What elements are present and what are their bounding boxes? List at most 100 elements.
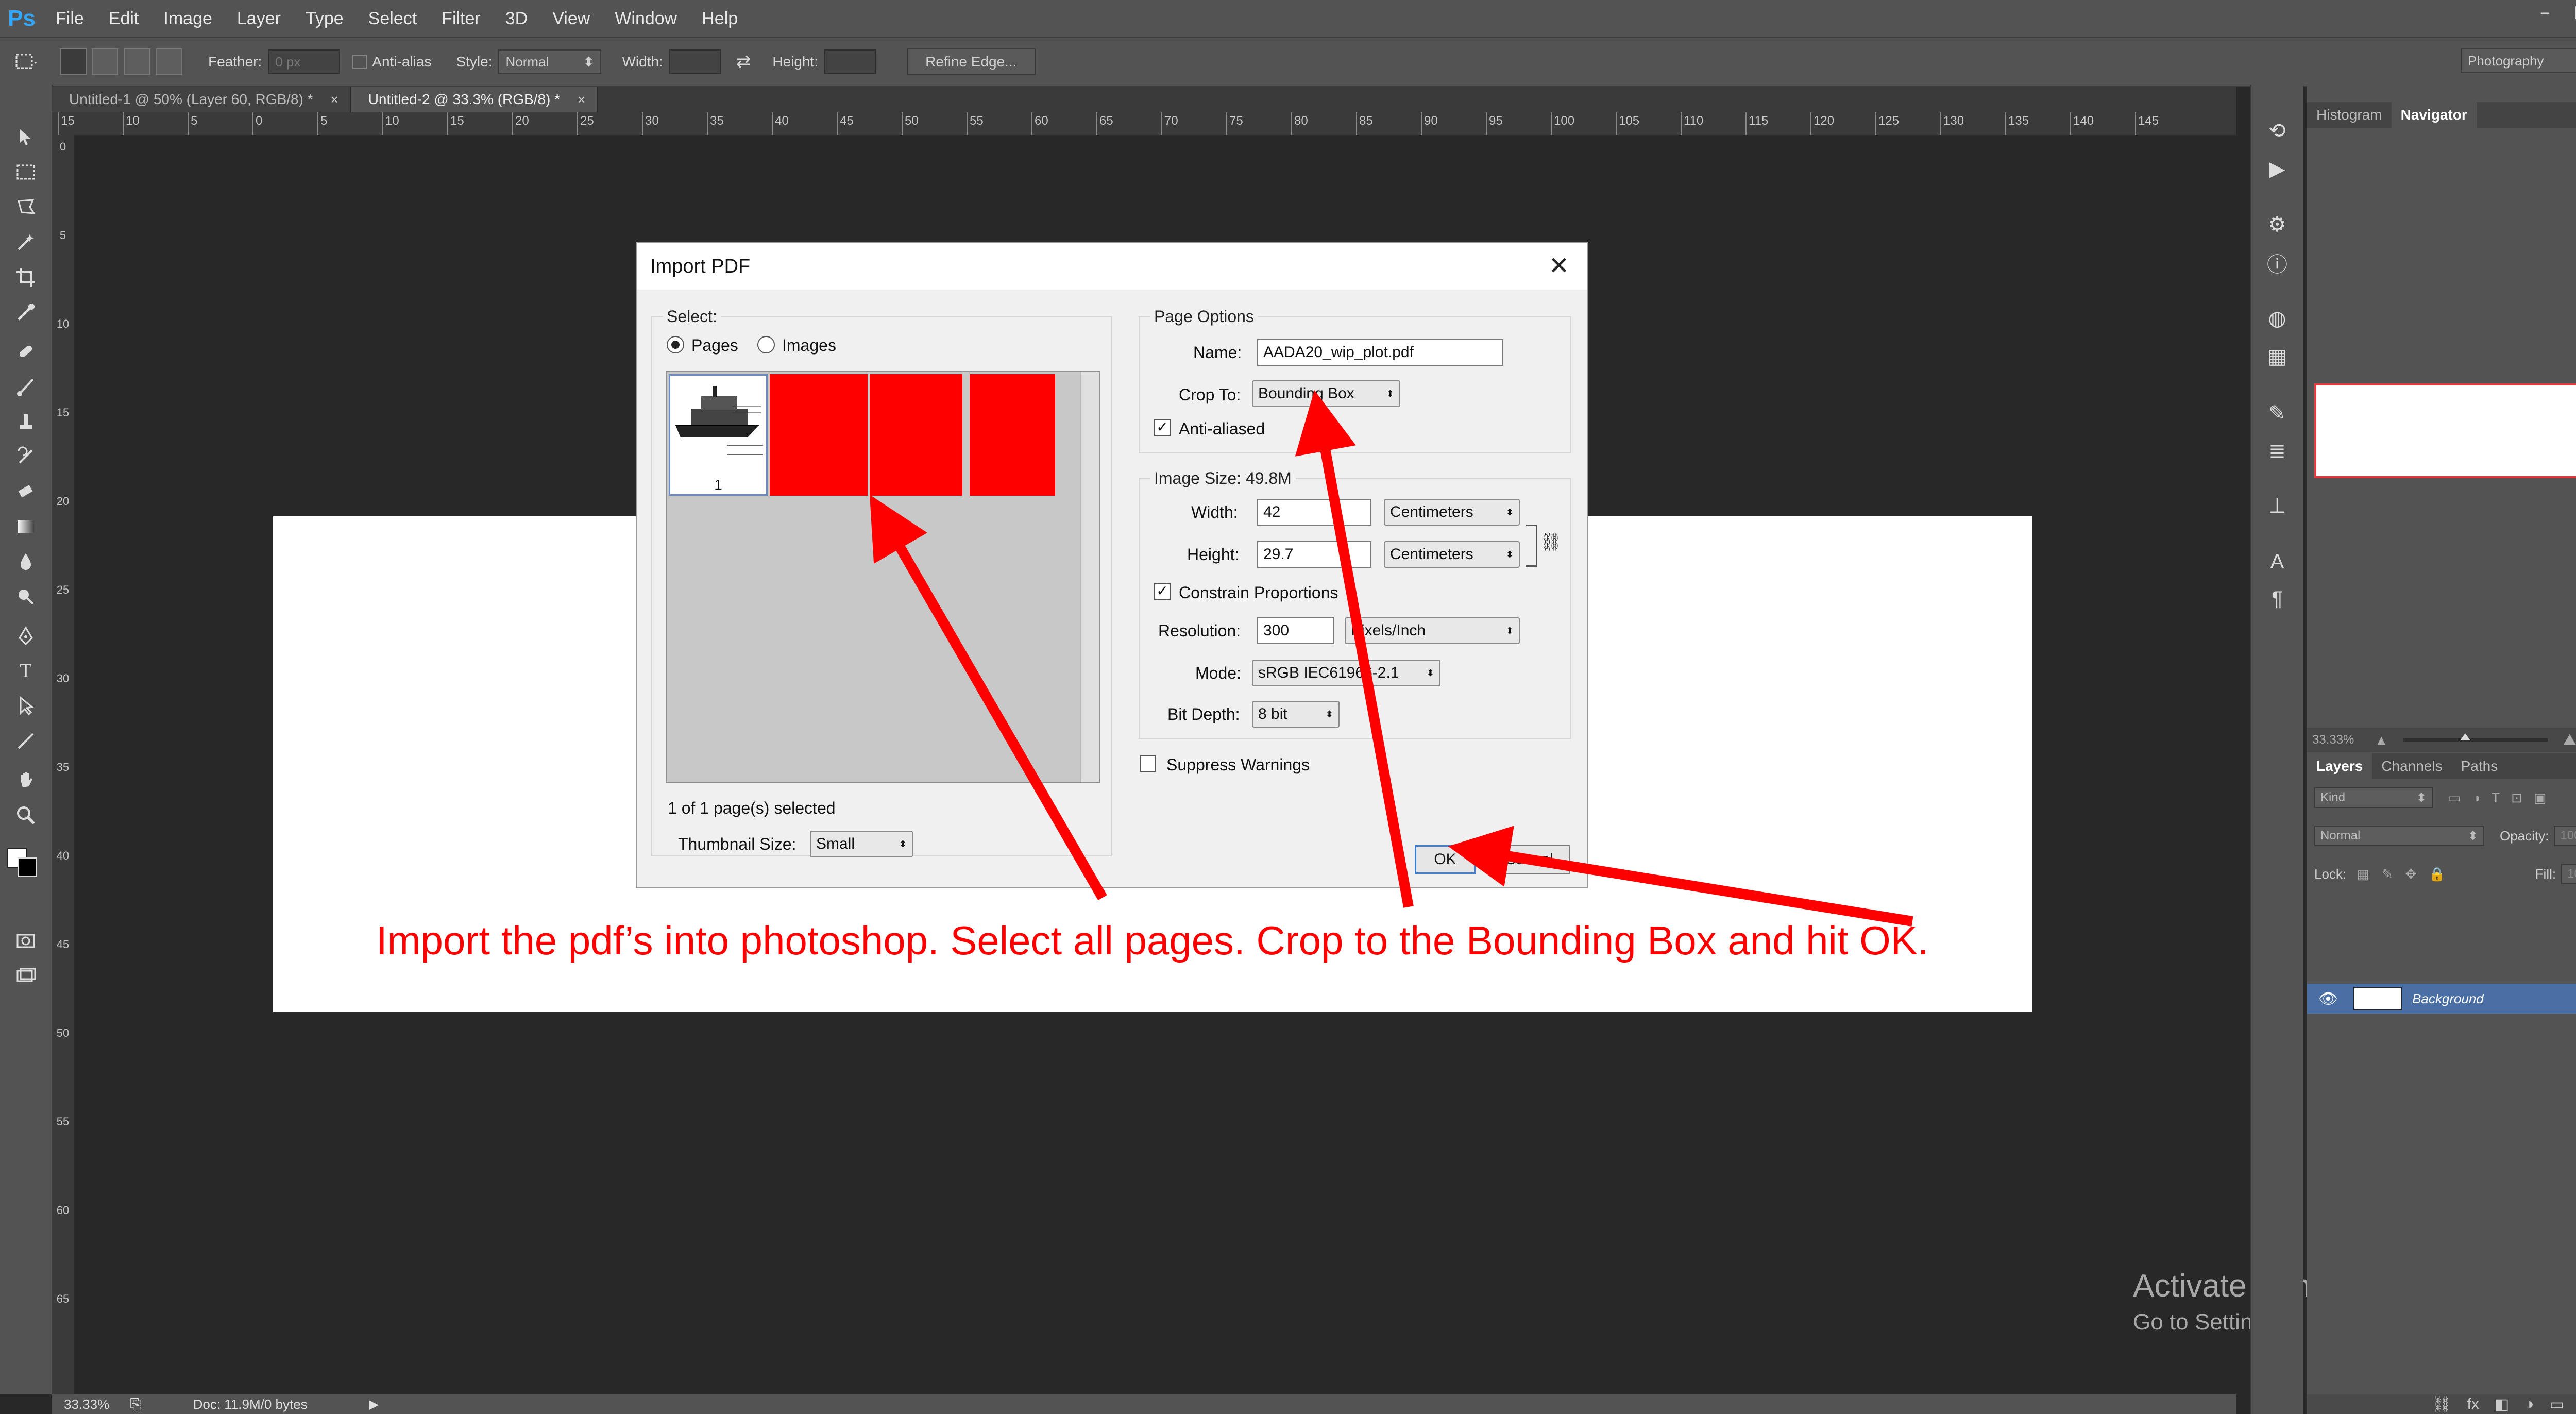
ok-button[interactable]: OK — [1415, 845, 1476, 874]
close-icon[interactable]: × — [578, 92, 585, 108]
status-menu-arrow-icon[interactable]: ▶ — [369, 1397, 379, 1412]
thumbnail-scrollbar[interactable] — [1080, 372, 1099, 782]
crop-to-select[interactable]: Bounding Box ⬍ — [1252, 380, 1400, 407]
width-unit-select[interactable]: Centimeters ⬍ — [1384, 499, 1520, 526]
quick-mask-icon[interactable] — [11, 927, 40, 955]
brushes-icon[interactable]: ✎ — [2263, 399, 2292, 428]
layer-row-background[interactable]: 👁 Background 🔒 — [2307, 984, 2576, 1014]
hand-tool-icon[interactable] — [11, 766, 40, 795]
zoom-slider[interactable] — [2403, 733, 2548, 742]
menu-image[interactable]: Image — [151, 0, 225, 37]
crop-tool-icon[interactable] — [11, 263, 40, 292]
width-input[interactable] — [669, 49, 721, 74]
brush-tool-icon[interactable] — [11, 372, 40, 401]
grid-icon[interactable]: ▦ — [2263, 342, 2292, 371]
restore-button[interactable]: ❐ — [2564, 0, 2576, 27]
tab-channels[interactable]: Channels — [2372, 753, 2451, 779]
blur-tool-icon[interactable] — [11, 547, 40, 576]
refine-edge-button[interactable]: Refine Edge... — [907, 48, 1036, 75]
menu-type[interactable]: Type — [293, 0, 356, 37]
eraser-tool-icon[interactable] — [11, 477, 40, 506]
add-to-selection-icon[interactable] — [92, 48, 118, 75]
page-thumbnail-1[interactable]: 1 — [669, 374, 768, 496]
layer-style-icon[interactable]: fx — [2467, 1395, 2479, 1413]
constrain-proportions-checkbox[interactable]: ✓ — [1154, 583, 1171, 600]
magic-wand-tool-icon[interactable] — [11, 228, 40, 257]
filter-icons[interactable]: ▭◑T⊡▣ — [2448, 790, 2558, 806]
anti-aliased-checkbox[interactable]: ✓ — [1154, 419, 1171, 436]
type-tool-icon[interactable]: T — [11, 656, 40, 685]
mode-select[interactable]: sRGB IEC61966-2.1 ⬍ — [1252, 660, 1440, 686]
rectangular-marquee-tool-icon[interactable] — [11, 158, 40, 187]
page-thumbnail-3[interactable] — [870, 374, 962, 496]
tab-layers[interactable]: Layers — [2307, 753, 2372, 779]
menu-window[interactable]: Window — [602, 0, 689, 37]
healing-brush-tool-icon[interactable] — [11, 337, 40, 366]
height-unit-select[interactable]: Centimeters ⬍ — [1384, 541, 1520, 568]
menu-filter[interactable]: Filter — [429, 0, 493, 37]
layer-mask-icon[interactable]: ◧ — [2495, 1395, 2509, 1413]
zoom-slider-thumb[interactable] — [2460, 733, 2471, 740]
intersect-selection-icon[interactable] — [156, 48, 182, 75]
gradient-tool-icon[interactable] — [11, 512, 40, 541]
zoom-out-icon[interactable]: ▲ — [2375, 732, 2388, 748]
thumbnail-size-select[interactable]: Small ⬍ — [810, 831, 913, 857]
menu-edit[interactable]: Edit — [96, 0, 151, 37]
width-input[interactable]: 42 — [1257, 499, 1371, 526]
path-selection-tool-icon[interactable] — [11, 692, 40, 720]
images-label[interactable]: Images — [782, 336, 836, 355]
move-tool-icon[interactable] — [11, 123, 40, 152]
pages-radio[interactable] — [667, 336, 684, 354]
menu-layer[interactable]: Layer — [225, 0, 293, 37]
pages-label[interactable]: Pages — [691, 336, 738, 355]
constrain-proportions-label[interactable]: Constrain Proportions — [1179, 583, 1338, 602]
properties-icon[interactable]: ⚙ — [2263, 210, 2292, 239]
swatches-icon[interactable]: ◍ — [2263, 304, 2292, 333]
zoom-in-icon[interactable]: ⛰ — [2563, 731, 2576, 749]
layer-name[interactable]: Background — [2412, 991, 2484, 1007]
opacity-input[interactable]: 100% — [2554, 826, 2576, 846]
screen-mode-icon[interactable] — [11, 962, 40, 990]
height-input[interactable] — [824, 49, 876, 74]
actions-play-icon[interactable]: ▶ — [2263, 155, 2292, 183]
page-thumbnail-4[interactable] — [970, 374, 1055, 496]
share-icon[interactable]: ⎘ — [130, 1396, 141, 1413]
swap-icon[interactable]: ⇄ — [736, 52, 751, 72]
fill-input[interactable]: 100% — [2561, 864, 2576, 884]
tab-untitled-2[interactable]: Untitled-2 @ 33.3% (RGB/8) * × — [350, 87, 598, 112]
page-thumbnail-2[interactable] — [770, 374, 868, 496]
history-icon[interactable]: ⟲ — [2263, 116, 2292, 145]
close-icon[interactable]: ✕ — [1544, 250, 1574, 281]
height-input[interactable]: 29.7 — [1257, 541, 1371, 568]
close-icon[interactable]: × — [331, 92, 338, 108]
tab-navigator[interactable]: Navigator — [2391, 102, 2477, 128]
paragraph-icon[interactable]: ¶ — [2263, 584, 2292, 613]
link-layers-icon[interactable]: ⛓ — [2432, 1395, 2451, 1413]
line-tool-icon[interactable] — [11, 727, 40, 755]
navigator-zoom-value[interactable]: 33.33% — [2312, 733, 2354, 747]
feather-input[interactable]: 0 px — [268, 49, 341, 74]
eyedropper-tool-icon[interactable] — [11, 298, 40, 327]
dodge-tool-icon[interactable] — [11, 582, 40, 611]
pen-tool-icon[interactable] — [11, 621, 40, 650]
suppress-warnings-checkbox[interactable] — [1140, 755, 1156, 772]
cancel-button[interactable]: Cancel — [1488, 845, 1570, 874]
character-icon[interactable]: A — [2263, 547, 2292, 576]
resolution-input[interactable]: 300 — [1257, 617, 1334, 644]
antialias-checkbox[interactable] — [352, 55, 367, 69]
history-brush-tool-icon[interactable] — [11, 442, 40, 471]
menu-view[interactable]: View — [540, 0, 602, 37]
brush-presets-icon[interactable]: ≣ — [2263, 437, 2292, 466]
tab-histogram[interactable]: Histogram — [2307, 102, 2392, 128]
resolution-unit-select[interactable]: Pixels/Inch ⬍ — [1345, 617, 1520, 644]
zoom-level[interactable]: 33.33% — [64, 1396, 109, 1412]
workspace-select[interactable]: Photography⬍ — [2461, 48, 2576, 73]
navigator-preview[interactable] — [2314, 383, 2576, 478]
tab-untitled-1[interactable]: Untitled-1 @ 50% (Layer 60, RGB/8) * × — [52, 87, 351, 112]
tab-paths[interactable]: Paths — [2452, 753, 2507, 779]
new-selection-icon[interactable] — [60, 48, 87, 75]
marquee-tool-preset-icon[interactable] — [12, 48, 39, 75]
blend-mode-select[interactable]: Normal ⬍ — [2314, 826, 2484, 846]
anti-aliased-label[interactable]: Anti-aliased — [1179, 419, 1265, 439]
clone-stamp-tool-icon[interactable] — [11, 407, 40, 436]
